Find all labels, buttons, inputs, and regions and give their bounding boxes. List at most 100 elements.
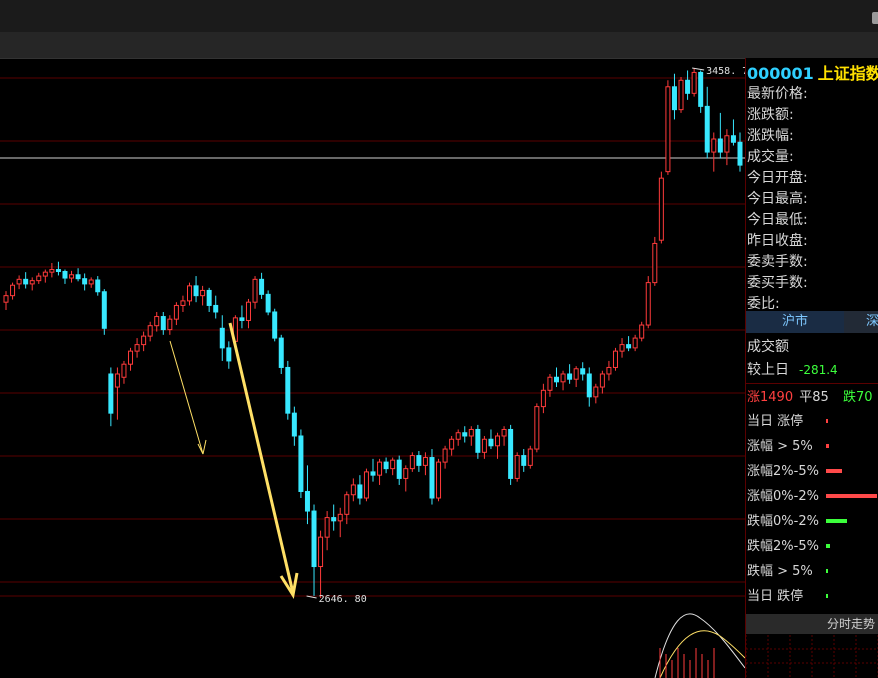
vs-prev-label: 较上日: [747, 362, 789, 378]
candle-body: [245, 301, 251, 321]
breadth-bar: [826, 569, 828, 573]
candle-body: [730, 135, 736, 143]
up-label: 涨: [747, 390, 761, 405]
tab-sh-market[interactable]: 沪市: [746, 311, 844, 333]
up-count: 1490: [760, 390, 794, 405]
candle-body: [193, 285, 199, 297]
candle-body: [239, 317, 245, 321]
breadth-label: 跌幅2%-5%: [747, 539, 819, 554]
candle-body: [540, 389, 546, 408]
candle-body: [573, 368, 579, 380]
candle-body: [691, 71, 697, 94]
quote-name: 上证指数: [817, 64, 878, 83]
candle-body: [436, 461, 442, 499]
down-label: 跌: [842, 390, 856, 405]
candle-body: [114, 373, 120, 388]
indicator-line: [654, 613, 745, 678]
candle-body: [429, 457, 435, 499]
quote-field-label: 今日最低:: [747, 212, 808, 228]
breadth-label: 涨幅 > 5%: [747, 439, 813, 454]
candle-body: [324, 517, 330, 538]
candle-body: [3, 295, 9, 303]
candle-body: [206, 289, 212, 306]
market-tabs: 沪市 深: [746, 311, 878, 333]
candle-body: [658, 177, 664, 241]
candle-body: [154, 316, 160, 327]
candle-body: [101, 291, 107, 329]
candle-body: [285, 366, 291, 414]
window-corner-icon[interactable]: [872, 12, 878, 24]
candle-body: [521, 455, 527, 466]
kline-chart[interactable]: 3458. 79 2646. 80: [0, 58, 745, 678]
candle-body: [88, 279, 94, 285]
candle-body: [396, 459, 402, 479]
intraday-trend-button[interactable]: 分时走势: [746, 614, 878, 634]
candle-body: [55, 269, 61, 273]
mini-grid: [746, 635, 878, 678]
candle-body: [363, 471, 369, 499]
candle-body: [717, 138, 723, 153]
candle-body: [619, 344, 625, 352]
candle-body: [606, 366, 612, 375]
candle-body: [534, 406, 540, 450]
candle-body: [370, 471, 376, 476]
breadth-bar: [826, 444, 829, 448]
low-label: 2646. 80: [319, 594, 367, 605]
breadth-label: 跌幅0%-2%: [747, 514, 819, 529]
candle-body: [665, 86, 671, 173]
candle-body: [377, 461, 383, 476]
high-label: 3458. 79: [706, 66, 745, 77]
candle-body: [357, 484, 363, 499]
candle-body: [737, 141, 743, 166]
candle-body: [167, 318, 173, 331]
candle-body: [128, 350, 134, 365]
tab-sz-market[interactable]: 深: [845, 311, 878, 333]
candle-body: [724, 135, 730, 153]
candle-body: [645, 282, 651, 326]
candle-body: [219, 327, 225, 349]
candle-body: [586, 373, 592, 398]
candle-body: [147, 325, 153, 337]
quote-field-label: 涨跌幅:: [747, 128, 794, 144]
candle-body: [10, 284, 16, 297]
candle-body: [481, 438, 487, 453]
candle-body: [200, 289, 206, 297]
candle-body: [580, 368, 586, 375]
candle-body: [390, 459, 396, 470]
candle-body: [265, 293, 271, 313]
candle-body: [23, 278, 29, 285]
candle-body: [173, 304, 179, 320]
candle-body: [383, 461, 389, 470]
candle-body: [226, 347, 232, 362]
trend-arrow: [169, 340, 207, 455]
breadth-label: 当日 跌停: [747, 589, 804, 604]
candle-body: [213, 304, 219, 313]
quote-field-label: 今日开盘:: [747, 170, 808, 186]
candle-body: [488, 438, 494, 447]
breadth-label: 跌幅 > 5%: [747, 564, 813, 579]
candle-body: [468, 428, 474, 437]
divider: [746, 383, 878, 384]
candle-body: [698, 71, 704, 107]
candle-body: [272, 311, 278, 339]
candle-body: [42, 271, 48, 277]
candle-body: [685, 79, 691, 94]
candle-body: [259, 278, 265, 295]
flat-count: 85: [812, 390, 829, 405]
candle-body: [141, 335, 147, 346]
candle-body: [350, 484, 356, 496]
candle-body: [704, 105, 710, 153]
quote-panel: 000001 上证指数 最新价格: 涨跌额: 涨跌幅: 成交量: 今日开盘: 今日最高: 今日…: [745, 58, 878, 678]
candle-body: [527, 448, 533, 466]
candle-body: [554, 376, 559, 383]
candle-body: [632, 337, 638, 349]
candle-body: [134, 344, 140, 352]
breadth-bar: [826, 544, 830, 548]
candle-body: [560, 373, 566, 383]
candle-body: [612, 350, 618, 368]
vs-prev-row: 较上日 -281.4: [747, 359, 838, 379]
candle-body: [298, 435, 304, 492]
breadth-counts: 涨1490 平85 跌70: [747, 386, 873, 405]
candle-body: [678, 79, 684, 111]
candle-body: [318, 536, 324, 568]
